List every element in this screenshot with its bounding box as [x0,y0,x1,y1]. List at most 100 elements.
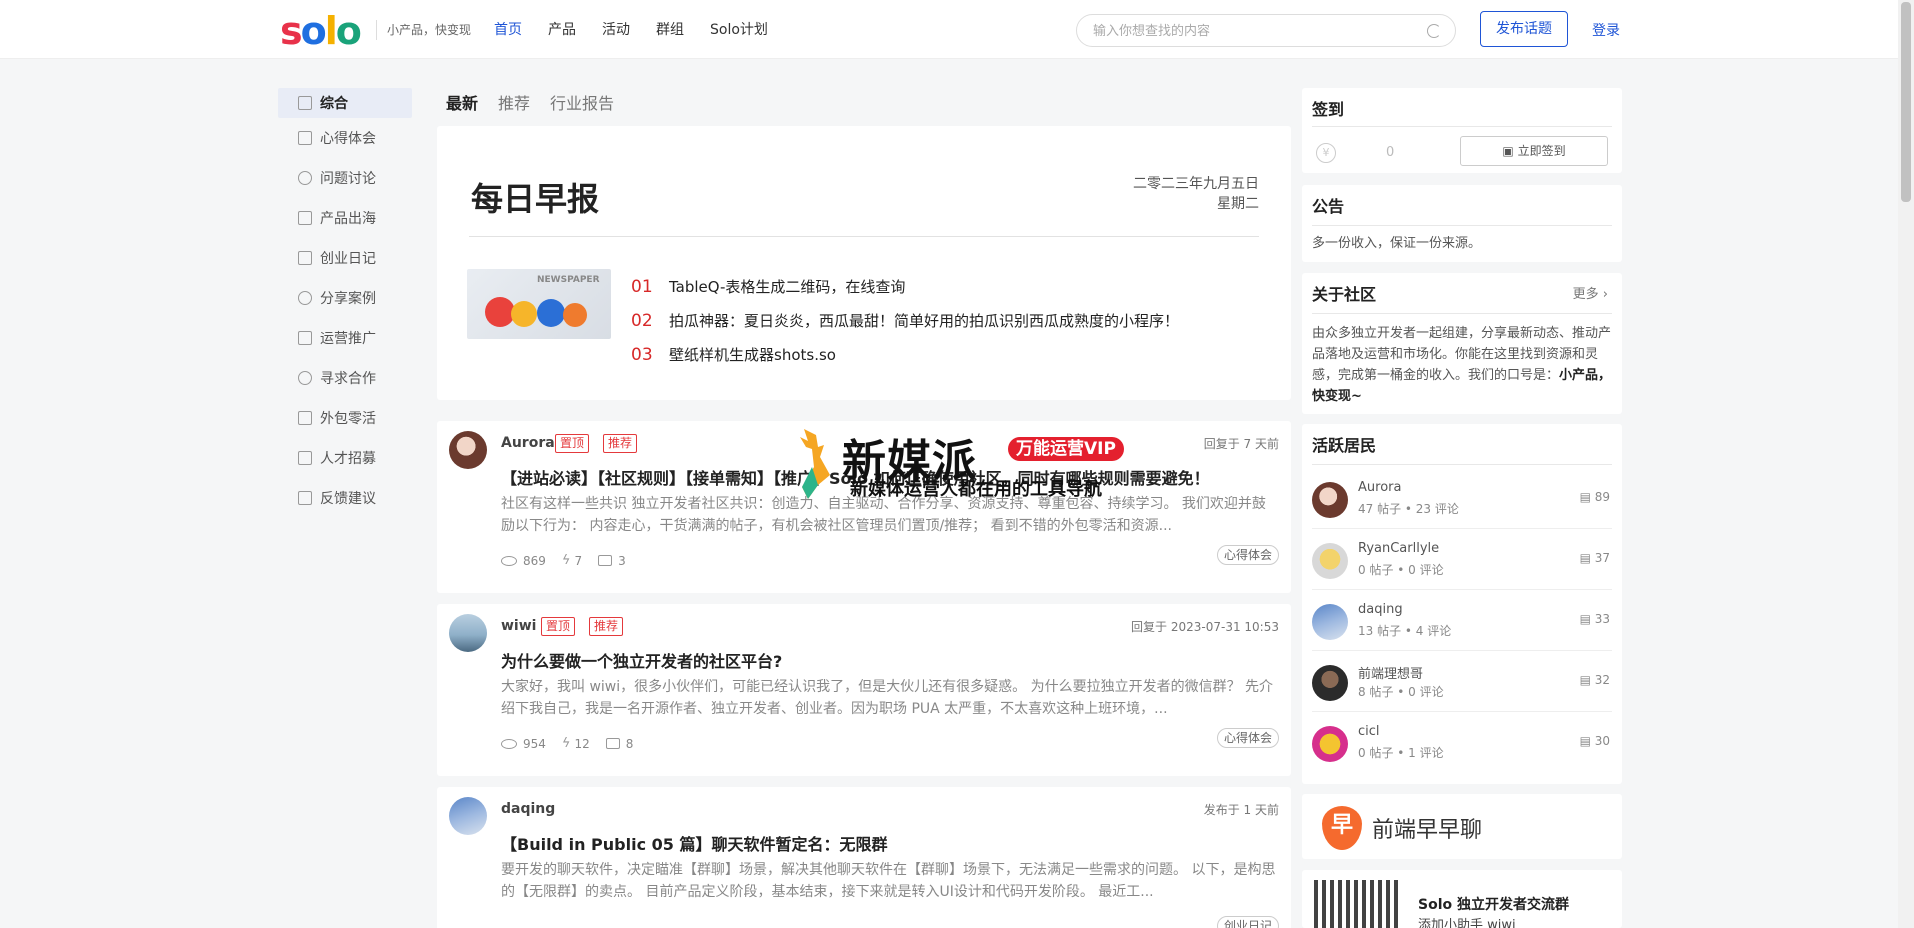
search-input[interactable] [1093,22,1413,40]
nav-home[interactable]: 首页 [494,19,522,41]
divider [1312,313,1612,314]
news-text: 壁纸样机生成器shots.so [669,346,836,364]
likes-stat[interactable]: ϟ7 [562,553,582,568]
avatar[interactable] [1312,604,1348,640]
sidebar-item-overseas[interactable]: 产品出海 [278,198,412,238]
main-nav: 首页 产品 活动 群组 Solo计划 [494,19,794,41]
avatar[interactable] [1312,543,1348,579]
list-item[interactable]: cicl 0 帖子 • 1 评论 ▤ 30 [1312,712,1612,773]
sidebar-item-general[interactable]: 综合 [278,88,412,118]
newspaper-thumbnail[interactable]: NEWSPAPER [467,269,611,339]
likes-stat[interactable]: ϟ 12 [562,736,590,751]
post-card[interactable]: daqing 发布于 1 天前 【Build in Public 05 篇】聊天… [437,787,1291,928]
avatar[interactable] [449,797,487,835]
login-link[interactable]: 登录 [1592,20,1620,40]
bolt-icon: ϟ [561,736,571,751]
user-name[interactable]: 前端理想哥 [1358,663,1423,682]
sidebar-item-recruiting[interactable]: 人才招募 [278,438,412,478]
monitor-icon [298,411,312,425]
news-number: 01 [631,276,653,297]
avatar[interactable] [449,614,487,652]
id-card-icon [298,451,312,465]
nav-solo-plan[interactable]: Solo计划 [710,19,768,41]
comment-icon [598,555,613,566]
user-score: ▤ 89 [1579,490,1610,504]
pinned-badge: 置顶 [555,434,590,453]
daily-news-item[interactable]: 01 TableQ-表格生成二维码，在线查询 [631,276,905,297]
post-excerpt: 大家好，我叫 wiwi，很多小伙伴们，可能已经认识我了，但是大伙儿还有很多疑惑。… [501,679,1274,717]
checkin-button[interactable]: ▣ 立即签到 [1460,136,1608,166]
avatar[interactable] [1312,482,1348,518]
scrollbar-thumb[interactable] [1901,2,1911,202]
page-scrollbar[interactable] [1898,0,1914,928]
daily-report-title: 每日早报 [471,180,600,218]
search-icon[interactable] [1427,24,1441,38]
post-title[interactable]: 【Build in Public 05 篇】聊天软件暂定名：无限群 [501,831,887,855]
sidebar-item-feedback[interactable]: 反馈建议 [278,478,412,518]
sidebar-item-label: 综合 [320,96,348,112]
question-icon [298,171,312,185]
divider [1312,126,1612,127]
divider [469,236,1259,237]
site-logo[interactable]: solo [280,9,362,53]
user-meta: 47 帖子 • 23 评论 [1358,502,1459,516]
sidebar-item-label: 问题讨论 [320,171,376,187]
nav-groups[interactable]: 群组 [656,19,684,41]
user-name[interactable]: cicl [1358,724,1380,739]
comments-stat[interactable]: 8 [605,737,633,751]
sidebar-item-promotion[interactable]: 运营推广 [278,318,412,358]
list-item[interactable]: Aurora 47 帖子 • 23 评论 ▤ 89 [1312,468,1612,529]
comments-stat[interactable]: 3 [598,554,626,568]
list-item[interactable]: RyanCarllyle 0 帖子 • 0 评论 ▤ 37 [1312,529,1612,590]
nav-events[interactable]: 活动 [602,19,630,41]
book-icon: ▤ [1579,490,1595,504]
post-author[interactable]: wiwi [501,618,536,634]
bolt-icon: ϟ [561,553,571,568]
daily-news-item[interactable]: 03 壁纸样机生成器shots.so [631,344,836,365]
daily-report-date: 二零二三年九月五日 星期二 [1133,174,1259,214]
sidebar-item-diary[interactable]: 创业日记 [278,238,412,278]
deer-logo-icon [800,429,830,499]
sidebar-item-label: 外包零活 [320,411,376,427]
more-link[interactable]: 更多 › [1573,283,1608,302]
user-name[interactable]: daqing [1358,602,1403,617]
users-icon [298,371,312,385]
post-category-tag[interactable]: 心得体会 [1216,545,1279,565]
user-name[interactable]: Aurora [1358,480,1401,495]
nav-products[interactable]: 产品 [548,19,576,41]
feed-tabs: 最新 推荐 行业报告 [446,90,634,114]
sponsor-banner[interactable]: 早 前端早早聊 [1302,794,1622,859]
list-item[interactable]: 前端理想哥 8 帖子 • 0 评论 ▤ 32 [1312,651,1612,712]
publish-topic-button[interactable]: 发布话题 [1480,11,1568,47]
avatar[interactable] [449,431,487,469]
tab-latest[interactable]: 最新 [446,90,478,114]
sidebar-item-cases[interactable]: 分享案例 [278,278,412,318]
share-icon [298,291,312,305]
post-category-tag[interactable]: 心得体会 [1216,728,1279,748]
avatar[interactable] [1312,726,1348,762]
book-icon: ▤ [1579,673,1595,687]
notice-card: 公告 多一份收入，保证一份来源。 [1302,185,1622,262]
banner-text: 前端早早聊 [1372,818,1483,843]
feedback-icon [298,491,312,505]
post-category-tag[interactable]: 创业日记 [1216,916,1279,928]
sidebar-item-cooperation[interactable]: 寻求合作 [278,358,412,398]
sidebar-item-label: 运营推广 [320,331,376,347]
post-card[interactable]: wiwi 置顶 推荐 回复于 2023-07-31 10:53 为什么要做一个独… [437,604,1291,776]
tab-recommended[interactable]: 推荐 [498,90,530,114]
sidebar-item-outsourcing[interactable]: 外包零活 [278,398,412,438]
tab-industry-report[interactable]: 行业报告 [550,90,614,114]
sidebar-item-experience[interactable]: 心得体会 [278,118,412,158]
book-icon: ▤ [1579,734,1595,748]
user-score: ▤ 30 [1579,734,1610,748]
avatar[interactable] [1312,665,1348,701]
post-author[interactable]: Aurora [501,435,555,451]
post-author[interactable]: daqing [501,801,555,817]
chart-icon [298,331,312,345]
list-item[interactable]: daqing 13 帖子 • 4 评论 ▤ 33 [1312,590,1612,651]
daily-news-item[interactable]: 02 拍瓜神器：夏日炎炎，西瓜最甜！简单好用的拍瓜识别西瓜成熟度的小程序！ [631,310,1179,331]
user-name[interactable]: RyanCarllyle [1358,541,1439,556]
post-title[interactable]: 为什么要做一个独立开发者的社区平台? [501,648,782,672]
calendar-icon: ▣ [1502,144,1518,158]
sidebar-item-questions[interactable]: 问题讨论 [278,158,412,198]
